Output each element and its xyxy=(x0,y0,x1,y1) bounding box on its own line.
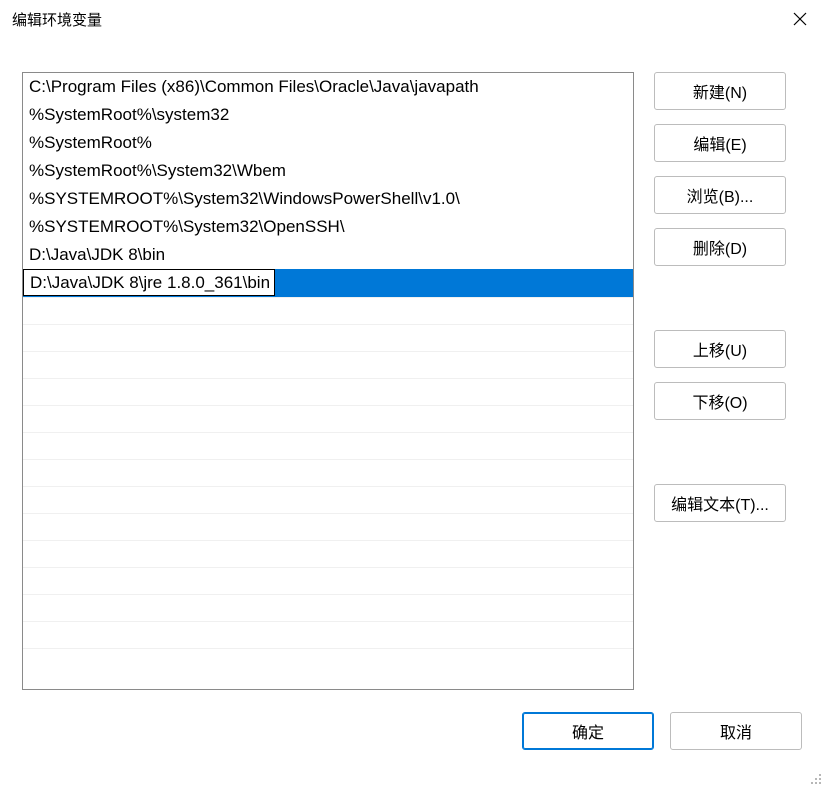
list-item-edit-text[interactable]: D:\Java\JDK 8\jre 1.8.0_361\bin xyxy=(23,269,275,296)
list-item[interactable]: %SystemRoot% xyxy=(23,129,633,157)
content-area: C:\Program Files (x86)\Common Files\Orac… xyxy=(0,38,824,787)
dialog-window: 编辑环境变量 C:\Program Files (x86)\Common Fil… xyxy=(0,0,824,787)
empty-row xyxy=(23,297,633,324)
empty-row xyxy=(23,486,633,513)
edit-text-button[interactable]: 编辑文本(T)... xyxy=(654,484,786,522)
move-up-button[interactable]: 上移(U) xyxy=(654,330,786,368)
button-gap xyxy=(654,280,786,316)
empty-row xyxy=(23,405,633,432)
list-item[interactable]: D:\Java\JDK 8\bin xyxy=(23,241,633,269)
list-item[interactable]: %SYSTEMROOT%\System32\WindowsPowerShell\… xyxy=(23,185,633,213)
empty-row xyxy=(23,351,633,378)
browse-button[interactable]: 浏览(B)... xyxy=(654,176,786,214)
empty-row xyxy=(23,513,633,540)
empty-row xyxy=(23,621,633,648)
resize-grip-icon[interactable] xyxy=(808,771,822,785)
button-gap xyxy=(654,434,786,470)
dialog-title: 编辑环境变量 xyxy=(12,9,102,30)
list-item[interactable]: %SYSTEMROOT%\System32\OpenSSH\ xyxy=(23,213,633,241)
empty-row xyxy=(23,648,633,675)
move-down-button[interactable]: 下移(O) xyxy=(654,382,786,420)
titlebar: 编辑环境变量 xyxy=(0,0,824,38)
list-item-selected[interactable]: D:\Java\JDK 8\jre 1.8.0_361\bin xyxy=(23,269,633,297)
main-row: C:\Program Files (x86)\Common Files\Orac… xyxy=(22,38,802,690)
list-item[interactable]: C:\Program Files (x86)\Common Files\Orac… xyxy=(23,73,633,101)
empty-row xyxy=(23,594,633,621)
close-button[interactable] xyxy=(776,0,824,38)
edit-button[interactable]: 编辑(E) xyxy=(654,124,786,162)
empty-row xyxy=(23,459,633,486)
empty-row xyxy=(23,432,633,459)
bottom-button-row: 确定 取消 xyxy=(22,690,802,750)
new-button[interactable]: 新建(N) xyxy=(654,72,786,110)
delete-button[interactable]: 删除(D) xyxy=(654,228,786,266)
empty-row xyxy=(23,540,633,567)
empty-row xyxy=(23,378,633,405)
empty-row xyxy=(23,324,633,351)
close-icon xyxy=(793,12,807,26)
side-button-column: 新建(N) 编辑(E) 浏览(B)... 删除(D) 上移(U) 下移(O) 编… xyxy=(654,72,786,690)
path-listbox[interactable]: C:\Program Files (x86)\Common Files\Orac… xyxy=(22,72,634,690)
cancel-button[interactable]: 取消 xyxy=(670,712,802,750)
empty-row xyxy=(23,567,633,594)
list-item[interactable]: %SystemRoot%\System32\Wbem xyxy=(23,157,633,185)
ok-button[interactable]: 确定 xyxy=(522,712,654,750)
list-item[interactable]: %SystemRoot%\system32 xyxy=(23,101,633,129)
